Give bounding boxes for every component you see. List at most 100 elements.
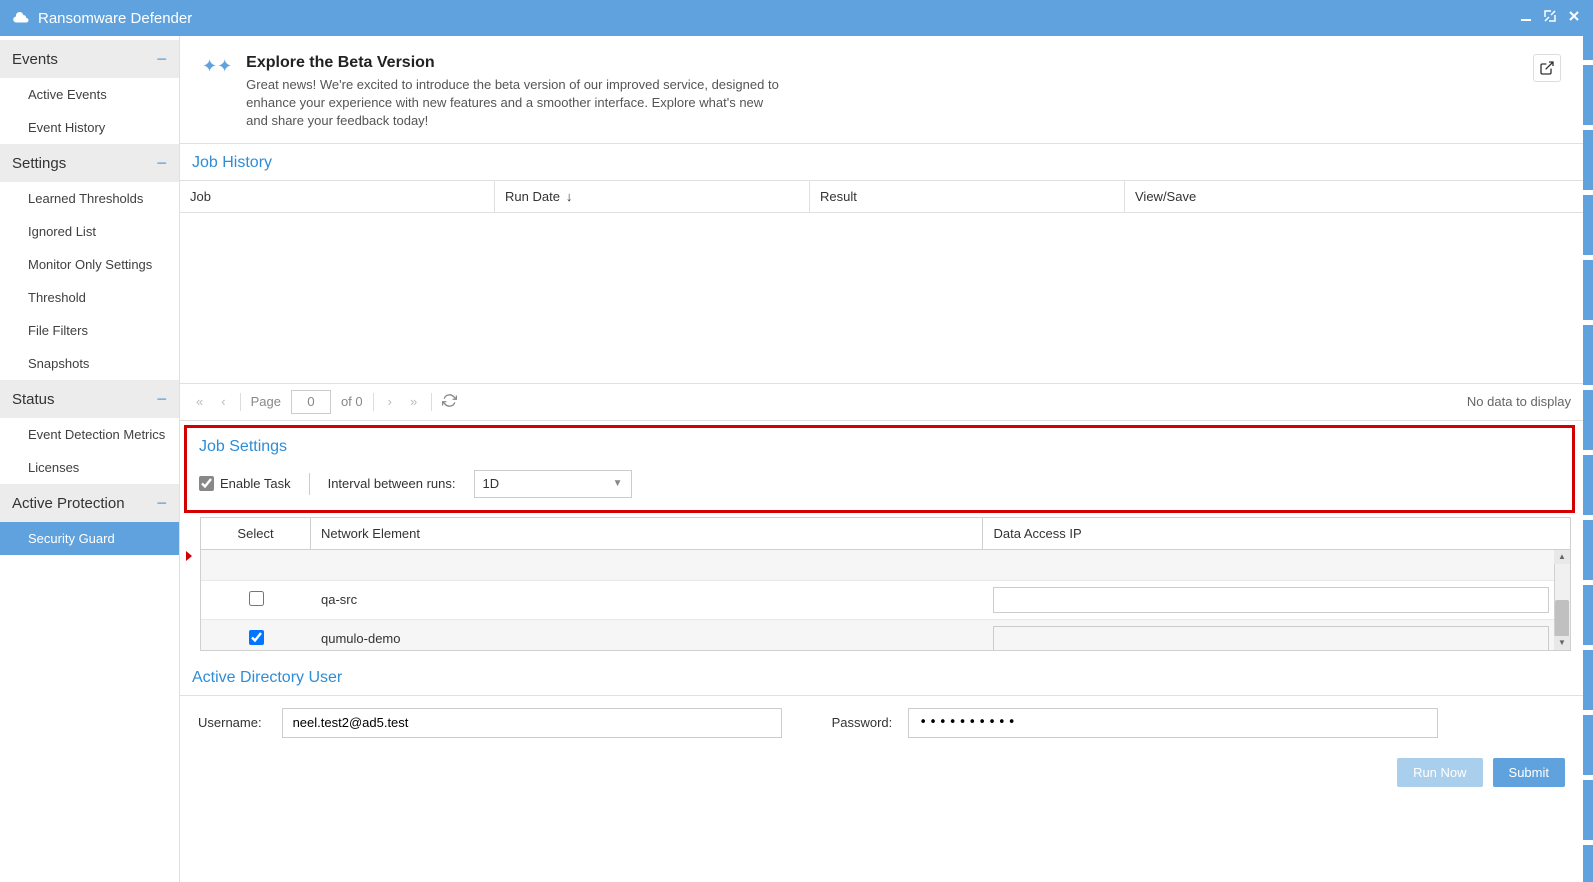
minimize-icon[interactable]: [1519, 9, 1533, 27]
chevron-down-icon: ▼: [613, 478, 623, 489]
app-title: Ransomware Defender: [38, 10, 192, 27]
table-row[interactable]: [201, 550, 1570, 580]
nav-item-active-events[interactable]: Active Events: [0, 78, 179, 111]
enable-task-label: Enable Task: [220, 476, 291, 491]
separator: [373, 393, 374, 411]
job-history-title: Job History: [180, 144, 1583, 181]
interval-select[interactable]: 1D ▼: [474, 470, 632, 498]
separator: [431, 393, 432, 411]
sparkle-icon: ✦✦: [202, 56, 232, 131]
run-now-button[interactable]: Run Now: [1397, 758, 1482, 787]
collapse-icon: −: [156, 494, 167, 512]
col-run-date-label: Run Date: [505, 189, 560, 204]
row-name: qa-src: [311, 586, 983, 613]
page-label: Page: [251, 394, 281, 409]
page-first-icon[interactable]: «: [192, 392, 207, 411]
ad-user-title: Active Directory User: [180, 659, 1583, 696]
nav-item-learned-thresholds[interactable]: Learned Thresholds: [0, 182, 179, 215]
nav-group-events[interactable]: Events −: [0, 40, 179, 78]
job-settings-highlight-box: Job Settings Enable Task Interval betwee…: [184, 425, 1575, 513]
scrollbar-track[interactable]: ▲ ▼: [1554, 550, 1570, 650]
scroll-up-icon[interactable]: ▲: [1554, 550, 1570, 564]
page-next-icon[interactable]: ›: [384, 392, 396, 411]
collapse-icon: −: [156, 50, 167, 68]
job-history-header: Job Run Date ↓ Result View/Save: [180, 181, 1583, 213]
nav-group-status[interactable]: Status −: [0, 380, 179, 418]
username-input[interactable]: [282, 708, 782, 738]
page-input[interactable]: [291, 390, 331, 414]
titlebar: Ransomware Defender: [0, 0, 1593, 36]
col-result[interactable]: Result: [810, 181, 1125, 212]
nav-item-snapshots[interactable]: Snapshots: [0, 347, 179, 380]
separator: [240, 393, 241, 411]
col-network-element[interactable]: Network Element: [311, 518, 983, 549]
nav-item-ignored-list[interactable]: Ignored List: [0, 215, 179, 248]
nav-group-label: Settings: [12, 155, 66, 172]
password-input[interactable]: [908, 708, 1438, 738]
submit-button[interactable]: Submit: [1493, 758, 1565, 787]
window-controls: [1519, 9, 1581, 27]
sidebar: Events − Active Events Event History Set…: [0, 36, 180, 882]
collapse-icon: −: [156, 390, 167, 408]
main-content: ✦✦ Explore the Beta Version Great news! …: [180, 36, 1583, 882]
row-name: qumulo-demo: [311, 625, 983, 650]
sort-down-icon: ↓: [566, 189, 573, 204]
ne-table-header: Select Network Element Data Access IP: [201, 518, 1570, 550]
col-run-date[interactable]: Run Date ↓: [495, 181, 810, 212]
background-stripe: [1583, 0, 1593, 882]
nav-group-label: Active Protection: [12, 495, 125, 512]
nav-group-active-protection[interactable]: Active Protection −: [0, 484, 179, 522]
nav-group-settings[interactable]: Settings −: [0, 144, 179, 182]
highlight-marker-icon: [186, 551, 192, 561]
nav-item-licenses[interactable]: Licenses: [0, 451, 179, 484]
footer-buttons: Run Now Submit: [180, 750, 1583, 801]
nav-item-monitor-only-settings[interactable]: Monitor Only Settings: [0, 248, 179, 281]
job-settings-title: Job Settings: [187, 428, 1572, 460]
col-select[interactable]: Select: [201, 518, 311, 549]
nav-item-event-detection-metrics[interactable]: Event Detection Metrics: [0, 418, 179, 451]
col-data-access-ip[interactable]: Data Access IP: [983, 518, 1570, 549]
ne-table-body: qa-src qumulo-demo ▲ ▼: [201, 550, 1570, 650]
nav-item-file-filters[interactable]: File Filters: [0, 314, 179, 347]
row-name: [311, 559, 983, 571]
interval-value: 1D: [483, 476, 500, 491]
nav-item-event-history[interactable]: Event History: [0, 111, 179, 144]
beta-title: Explore the Beta Version: [246, 54, 786, 72]
close-icon[interactable]: [1567, 9, 1581, 27]
col-job[interactable]: Job: [180, 181, 495, 212]
no-data-label: No data to display: [1467, 394, 1571, 409]
divider: [309, 473, 310, 495]
scrollbar-thumb[interactable]: [1555, 600, 1569, 640]
enable-task-input[interactable]: [199, 476, 214, 491]
scroll-down-icon[interactable]: ▼: [1554, 636, 1570, 650]
row-select-checkbox[interactable]: [249, 630, 264, 645]
external-link-button[interactable]: [1533, 54, 1561, 82]
table-row[interactable]: qa-src: [201, 580, 1570, 619]
nav-item-threshold[interactable]: Threshold: [0, 281, 179, 314]
page-of-label: of 0: [341, 394, 363, 409]
nav-group-label: Status: [12, 391, 55, 408]
username-label: Username:: [198, 715, 262, 730]
job-history-body: [180, 213, 1583, 383]
nav-item-security-guard[interactable]: Security Guard: [0, 522, 179, 555]
job-settings-bar: Enable Task Interval between runs: 1D ▼: [187, 460, 1572, 508]
row-ip-input[interactable]: [993, 587, 1549, 613]
cloud-icon: [12, 11, 30, 25]
beta-banner: ✦✦ Explore the Beta Version Great news! …: [180, 36, 1583, 144]
row-select-checkbox[interactable]: [249, 591, 264, 606]
paging-toolbar: « ‹ Page of 0 › » No data to display: [180, 383, 1583, 421]
page-last-icon[interactable]: »: [406, 392, 421, 411]
col-view-save[interactable]: View/Save: [1125, 181, 1583, 212]
nav-group-label: Events: [12, 51, 58, 68]
row-ip-input[interactable]: [993, 626, 1549, 650]
password-label: Password:: [832, 715, 893, 730]
table-row[interactable]: qumulo-demo: [201, 619, 1570, 650]
page-prev-icon[interactable]: ‹: [217, 392, 229, 411]
refresh-icon[interactable]: [442, 393, 457, 411]
enable-task-checkbox[interactable]: Enable Task: [199, 476, 291, 491]
beta-text: Great news! We're excited to introduce t…: [246, 76, 786, 131]
network-element-table: Select Network Element Data Access IP qa…: [200, 517, 1571, 651]
interval-label: Interval between runs:: [328, 476, 456, 491]
ad-user-form: Username: Password:: [180, 696, 1583, 750]
maximize-icon[interactable]: [1543, 9, 1557, 27]
